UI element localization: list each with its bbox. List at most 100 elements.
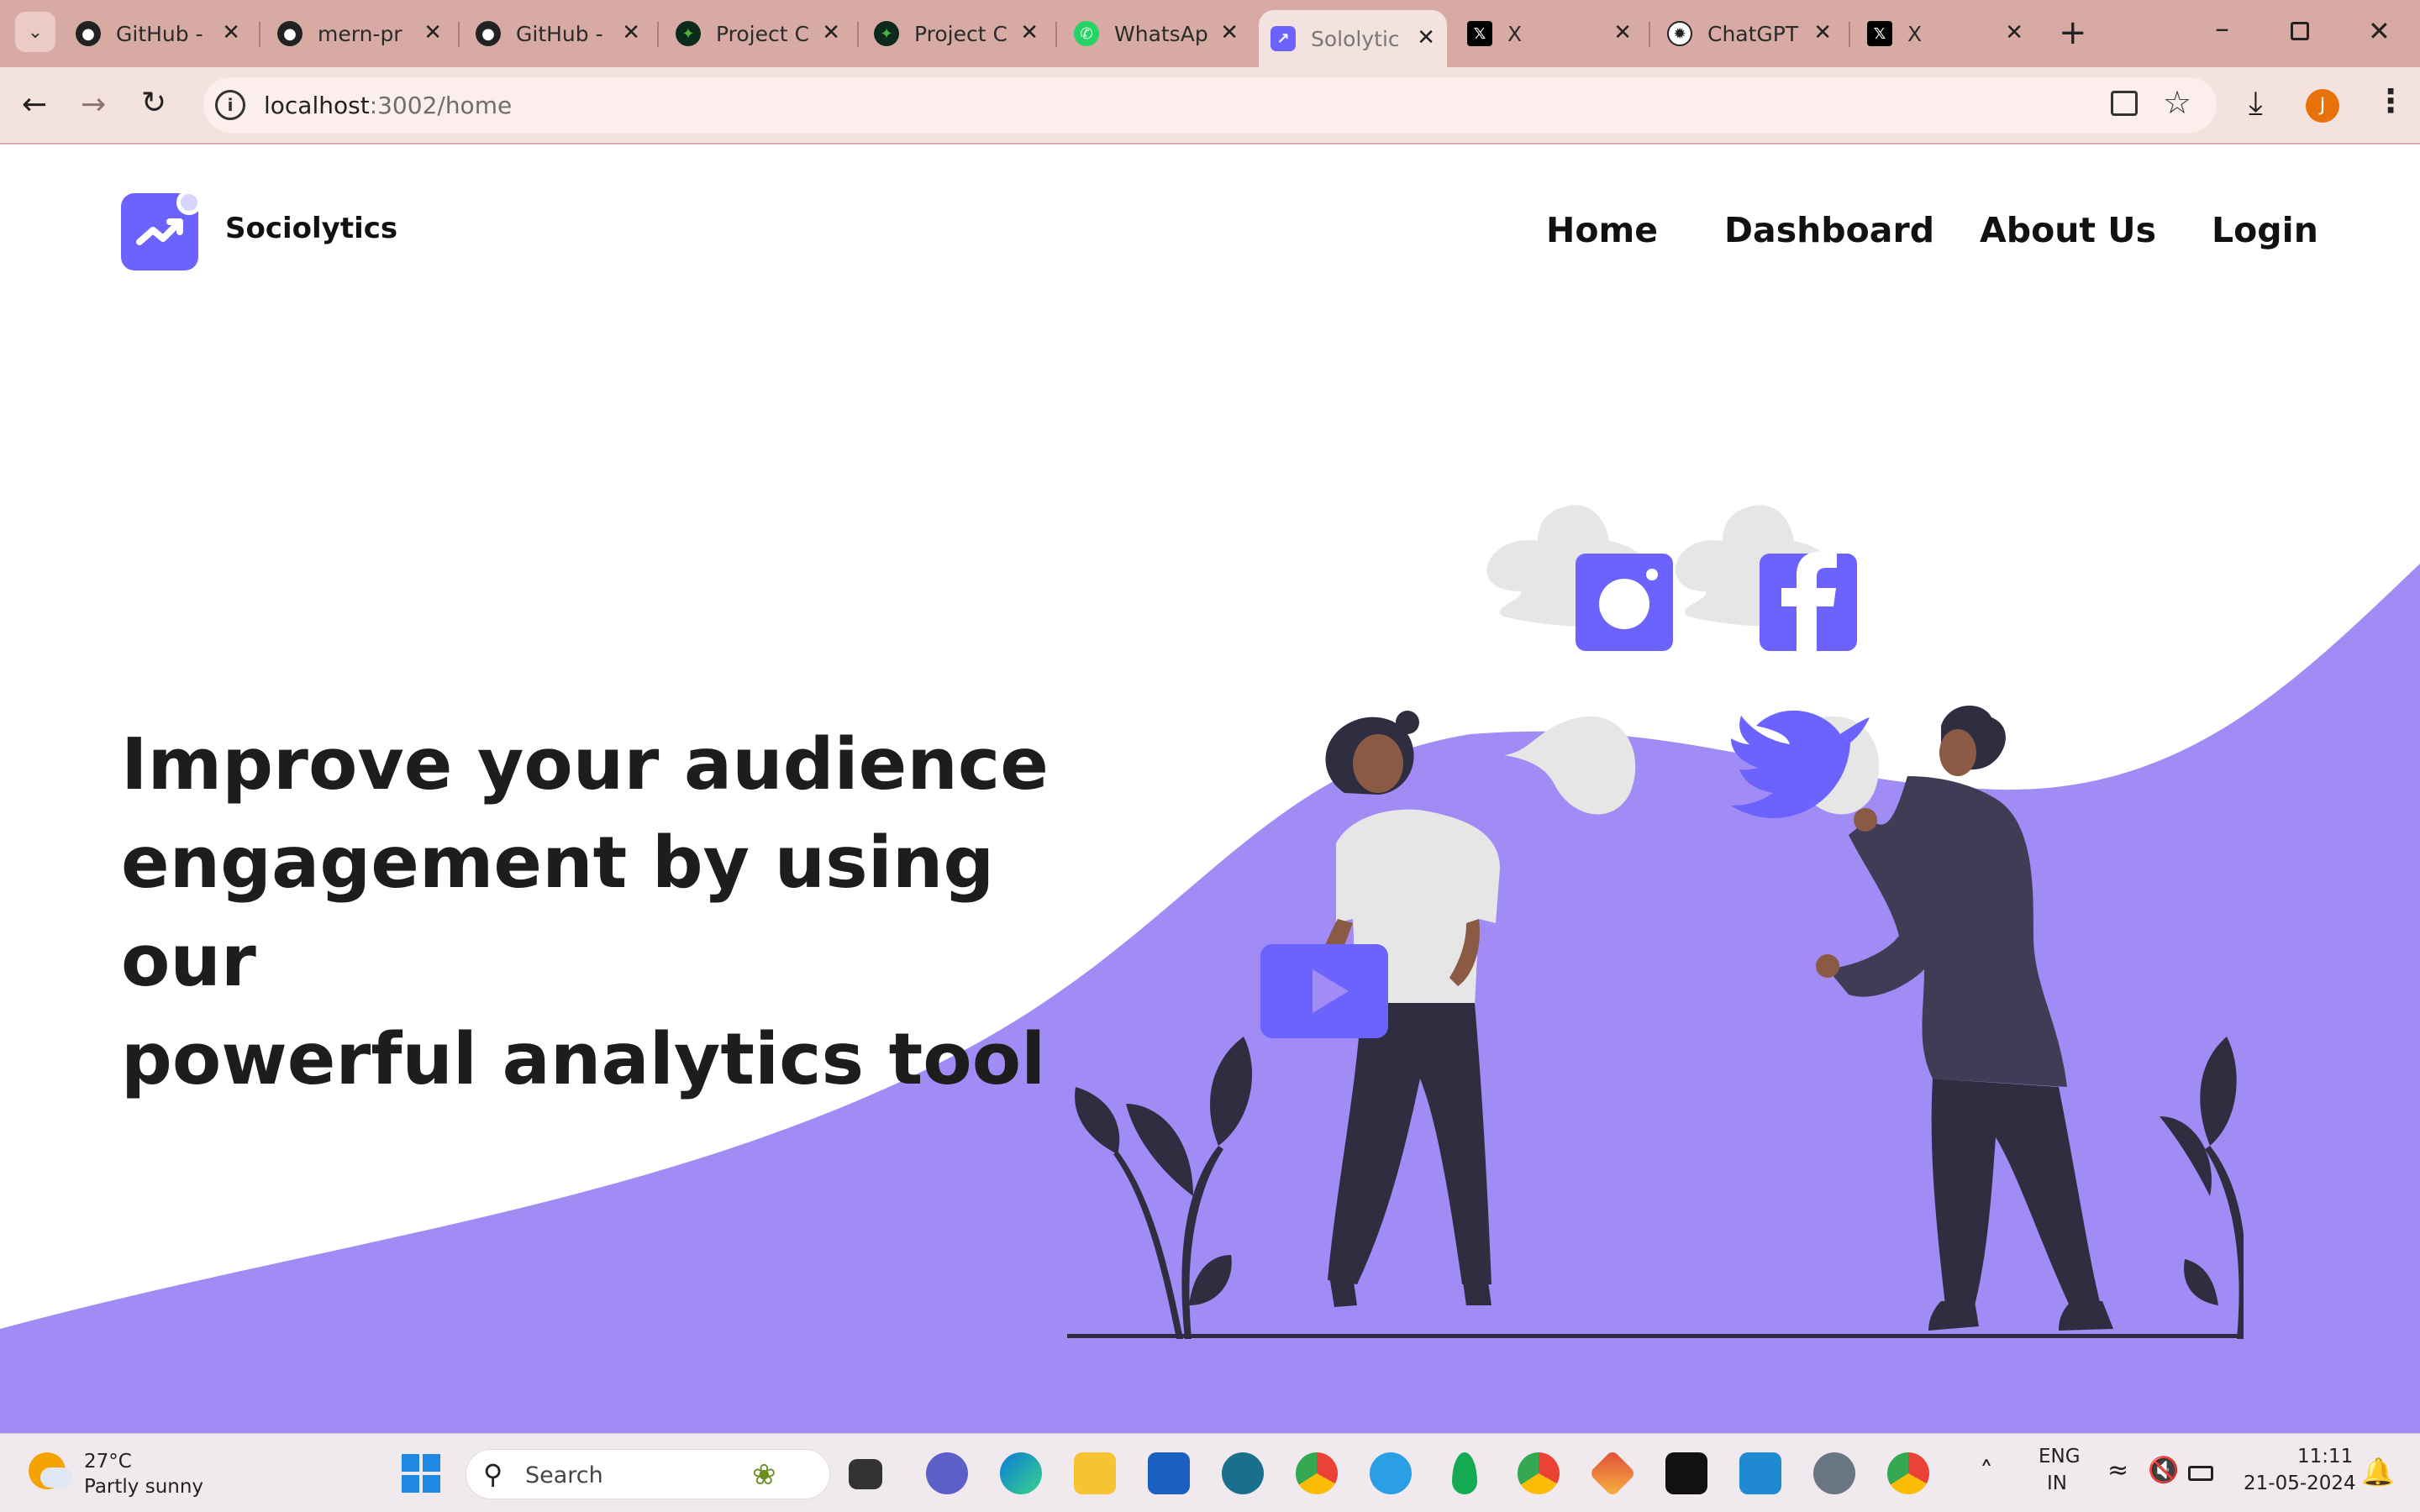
clock-date[interactable]: 21-05-2024 [2244, 1473, 2356, 1494]
close-tab-icon[interactable]: ✕ [1613, 20, 1632, 45]
brand-name[interactable]: Sociolytics [225, 212, 397, 245]
taskbar-search-box[interactable]: ⚲ Search ❀ [466, 1449, 830, 1499]
microsoft-store-icon[interactable] [1148, 1452, 1190, 1494]
browser-tab-strip: ⌄ ● GitHub - ✕ ● mern-pr ✕ ● GitHub - ✕ … [0, 0, 2420, 67]
close-tab-icon[interactable]: ✕ [1020, 20, 1039, 45]
url-host: localhost [264, 92, 370, 119]
tab-title: GitHub - [516, 21, 603, 46]
windows-taskbar: 27°C Partly sunny ⚲ Search ❀ ˄ ENG IN ≈ … [0, 1433, 2420, 1512]
show-hidden-icons-chevron-icon[interactable]: ˄ [1980, 1456, 1993, 1488]
instagram-icon [1576, 554, 1673, 651]
x-icon: 𝕏 [1867, 21, 1892, 46]
tab-project-1[interactable]: ✦ Project C ✕ [676, 10, 852, 57]
weather-temp: 27°C [84, 1451, 132, 1473]
close-tab-icon[interactable]: ✕ [424, 20, 442, 45]
battery-icon[interactable] [2188, 1466, 2213, 1481]
right-plant [2160, 1037, 2244, 1339]
cloud-icon [40, 1467, 72, 1488]
edge-icon[interactable] [1000, 1452, 1042, 1494]
tab-title: GitHub - [116, 21, 203, 46]
file-explorer-icon[interactable] [1074, 1452, 1116, 1494]
github-icon: ● [76, 21, 101, 46]
forward-arrow-icon[interactable]: → [81, 87, 106, 122]
teams-icon[interactable] [926, 1452, 968, 1494]
tab-project-2[interactable]: ✦ Project C ✕ [874, 10, 1050, 57]
language-top[interactable]: ENG [2039, 1446, 2081, 1467]
youtube-play-icon [1260, 944, 1388, 1038]
social-media-illustration [1067, 505, 2244, 1339]
address-bar[interactable]: i localhost:3002/home ☆ [203, 77, 2217, 133]
hero-headline: Improve your audience engagement by usin… [121, 716, 1113, 1109]
url-path: :3002/home [369, 92, 513, 119]
nav-home[interactable]: Home [1546, 210, 1658, 250]
windows-logo-icon [402, 1454, 440, 1493]
minimize-button[interactable]: – [2215, 12, 2229, 45]
mongodb-compass-icon[interactable] [1452, 1452, 1477, 1494]
url-text[interactable]: localhost:3002/home [264, 92, 512, 119]
tab-x-2[interactable]: 𝕏 X ✕ [1867, 10, 2035, 57]
search-icon: ⚲ [483, 1458, 503, 1490]
help-icon[interactable] [1370, 1452, 1412, 1494]
tab-title: Project C [716, 21, 809, 46]
nav-login[interactable]: Login [2212, 210, 2318, 250]
vscode-icon[interactable] [1739, 1452, 1781, 1494]
headline-line: engagement by using our [121, 822, 995, 1003]
tab-github-2[interactable]: ● GitHub - ✕ [476, 10, 652, 57]
mongodb-leaf-icon: ✦ [676, 21, 701, 46]
restore-button[interactable] [2291, 22, 2309, 40]
site-info-icon[interactable]: i [215, 90, 245, 120]
app-diamond-icon[interactable] [1588, 1449, 1637, 1498]
close-tab-icon[interactable]: ✕ [2005, 20, 2023, 45]
wifi-icon[interactable]: ≈ [2107, 1456, 2128, 1485]
close-tab-icon[interactable]: ✕ [1220, 20, 1239, 45]
tab-title: X [1507, 21, 1523, 46]
whatsapp-icon: ✆ [1074, 21, 1099, 46]
profile-avatar[interactable]: J [2306, 89, 2339, 123]
logo-dot [176, 190, 202, 215]
notification-bell-icon[interactable]: 🔔 [2361, 1456, 2395, 1488]
clock-time[interactable]: 11:11 [2297, 1446, 2353, 1467]
download-icon[interactable]: ⤓ [2249, 84, 2263, 122]
tab-title: ChatGPT [1707, 21, 1799, 46]
language-bottom[interactable]: IN [2047, 1473, 2067, 1494]
browser-menu-icon[interactable]: ⋮ [2375, 82, 2407, 119]
weather-desc: Partly sunny [84, 1476, 204, 1498]
tab-title: mern-pr [318, 21, 402, 46]
close-window-button[interactable]: ✕ [2368, 15, 2391, 47]
app-icon[interactable] [1222, 1452, 1264, 1494]
new-tab-button[interactable]: + [2059, 13, 2087, 52]
tab-title: Project C [914, 21, 1007, 46]
close-tab-icon[interactable]: ✕ [822, 20, 840, 45]
close-tab-icon[interactable]: ✕ [1417, 25, 1435, 50]
volume-muted-icon[interactable]: 🔇 [2148, 1456, 2179, 1485]
reload-icon[interactable]: ↻ [141, 86, 166, 120]
tab-title: Sololytic [1311, 26, 1400, 51]
nav-dashboard[interactable]: Dashboard [1724, 210, 1934, 250]
terminal-icon[interactable] [1665, 1452, 1707, 1494]
tab-search-button[interactable]: ⌄ [15, 12, 55, 52]
tab-title: X [1907, 21, 1923, 46]
tab-whatsapp[interactable]: ✆ WhatsAp ✕ [1074, 10, 1250, 57]
page-viewport: Sociolytics Home Dashboard About Us Logi… [0, 146, 2420, 1433]
start-button[interactable] [402, 1454, 440, 1493]
close-tab-icon[interactable]: ✕ [622, 20, 640, 45]
chrome-profile-k-icon[interactable] [1296, 1452, 1338, 1494]
close-tab-icon[interactable]: ✕ [1813, 20, 1832, 45]
chrome-profile-j-icon[interactable] [1518, 1452, 1560, 1494]
weather-widget[interactable]: 27°C Partly sunny [29, 1447, 213, 1499]
bookmark-star-icon[interactable]: ☆ [2163, 84, 2191, 121]
chrome-profile-k2-icon[interactable] [1887, 1452, 1929, 1494]
install-app-icon[interactable] [2111, 91, 2138, 116]
tab-x-1[interactable]: 𝕏 X ✕ [1467, 10, 1644, 57]
nav-about-us[interactable]: About Us [1980, 210, 2156, 250]
close-tab-icon[interactable]: ✕ [222, 20, 240, 45]
ground-line [1067, 1334, 2244, 1338]
settings-gear-icon[interactable] [1813, 1452, 1855, 1494]
tab-sociolytics-active[interactable]: ↗ Sololytic ✕ [1259, 10, 1447, 67]
tab-mern[interactable]: ● mern-pr ✕ [277, 10, 454, 57]
tab-chatgpt[interactable]: ✹ ChatGPT ✕ [1667, 10, 1844, 57]
browser-toolbar: ← → ↻ i localhost:3002/home ☆ ⤓ J ⋮ [0, 67, 2420, 144]
tab-github-1[interactable]: ● GitHub - ✕ [76, 10, 252, 57]
back-arrow-icon[interactable]: ← [22, 87, 47, 122]
task-view-icon[interactable] [849, 1459, 882, 1489]
